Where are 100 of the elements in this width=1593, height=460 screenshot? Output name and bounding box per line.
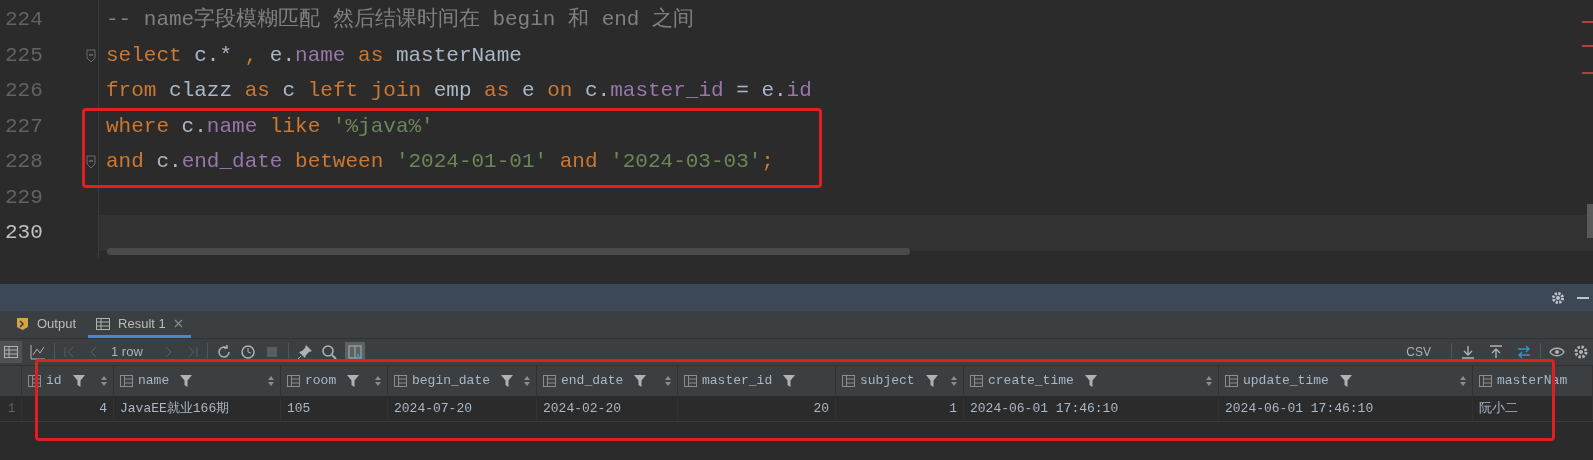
filter-icon[interactable] [180, 375, 193, 387]
fold-marker-icon[interactable] [86, 155, 96, 169]
tab[interactable]: Output [8, 312, 85, 338]
line-number: 230 [4, 220, 43, 246]
column-header[interactable]: update_time [1219, 366, 1473, 396]
table-cell: 2024-06-01 17:46:10 [964, 396, 1219, 421]
line-number: 229 [4, 184, 43, 211]
fold-marker-icon[interactable] [86, 48, 96, 63]
code-text: c [281, 78, 297, 104]
table-icon [4, 346, 18, 358]
upload-icon[interactable] [1488, 344, 1504, 360]
sort-icon[interactable] [1460, 376, 1466, 386]
sort-icon[interactable] [951, 376, 957, 386]
line-number: 226 [4, 78, 43, 104]
string-literal: '2024-01-01' [394, 149, 548, 175]
column-header[interactable]: name [114, 366, 281, 396]
column-icon [543, 375, 556, 387]
field-name: id [786, 78, 812, 104]
code-text: c. [155, 149, 182, 175]
filter-icon[interactable] [1339, 375, 1352, 387]
line-number: 228 [4, 149, 43, 175]
table-cell: 4 [22, 396, 114, 421]
filter-icon[interactable] [72, 375, 85, 387]
sql-keyword: as [244, 78, 270, 104]
row-number: 1 [0, 396, 22, 421]
layout-toggle-button[interactable] [344, 342, 365, 362]
compare-icon[interactable] [1516, 344, 1532, 360]
code-text: emp [432, 78, 473, 104]
sql-keyword: , [244, 42, 258, 69]
horizontal-scrollbar[interactable] [107, 248, 910, 255]
sql-keyword: as [357, 42, 384, 69]
code-text: c.* [193, 42, 234, 69]
code-text: e. [268, 42, 296, 69]
column-header[interactable]: create_time [964, 366, 1219, 396]
column-header[interactable]: room [281, 366, 388, 396]
column-icon [970, 375, 983, 387]
sort-icon[interactable] [268, 376, 274, 386]
code-text: c. [583, 78, 611, 104]
code-text: masterName [394, 42, 522, 69]
table-cell: 1 [836, 396, 964, 421]
column-icon [684, 375, 697, 387]
vertical-scrollbar[interactable] [1587, 204, 1593, 238]
filter-icon[interactable] [634, 375, 647, 387]
column-header[interactable]: id [22, 366, 114, 396]
close-icon[interactable] [173, 319, 183, 328]
chart-icon[interactable] [30, 344, 46, 360]
column-header[interactable]: begin_date [388, 366, 537, 396]
grid-view-button[interactable] [0, 341, 22, 363]
field-name: name [206, 113, 258, 140]
column-icon [842, 375, 855, 387]
sql-keyword: from [106, 78, 157, 104]
column-icon [28, 375, 41, 387]
table-cell: JavaEE就业166期 [114, 396, 281, 421]
sql-keyword: ; [761, 149, 774, 175]
line-number: 224 [4, 7, 43, 33]
download-icon[interactable] [1460, 344, 1476, 360]
table-icon [96, 317, 111, 330]
sort-icon[interactable] [375, 376, 381, 386]
row-count-dropdown[interactable]: 1 row [111, 342, 143, 362]
field-name: name [295, 42, 346, 69]
sort-icon[interactable] [1206, 376, 1212, 386]
column-header[interactable]: master_id [678, 366, 836, 396]
search-icon[interactable] [320, 344, 337, 360]
sort-icon[interactable] [665, 376, 671, 386]
filter-icon[interactable] [347, 375, 360, 387]
refresh-icon[interactable] [215, 344, 232, 360]
string-literal: '2024-03-03' [609, 149, 762, 175]
code-comment: -- name字段模糊匹配 然后结课时间在 begin 和 end 之间 [106, 6, 695, 33]
sort-icon[interactable] [101, 376, 107, 386]
filter-icon[interactable] [501, 375, 513, 387]
sort-icon[interactable] [524, 376, 530, 386]
filter-icon[interactable] [783, 375, 796, 387]
settings-icon[interactable] [1551, 290, 1565, 305]
minimize-icon[interactable] [1577, 296, 1589, 299]
table-cell: 2024-06-01 17:46:10 [1219, 396, 1473, 421]
code-text: c. [180, 113, 207, 140]
filter-icon[interactable] [925, 375, 938, 387]
table-cell: 阮小二 [1473, 396, 1593, 421]
code-text: clazz [168, 78, 234, 104]
line-number: 225 [4, 42, 43, 69]
table-cell: 2024-02-20 [537, 396, 678, 421]
column-icon [287, 375, 300, 387]
output-icon [16, 316, 29, 331]
column-header[interactable]: subject [836, 366, 964, 396]
column-header[interactable]: end_date [537, 366, 678, 396]
field-name: end_date [181, 149, 283, 175]
format-dropdown[interactable]: CSV [1406, 343, 1431, 361]
filter-icon[interactable] [1084, 375, 1097, 387]
sql-keyword: and [106, 149, 144, 175]
code-text: e [520, 78, 536, 104]
sql-keyword: select [106, 42, 182, 69]
code-text: = e. [735, 78, 787, 104]
history-icon[interactable] [239, 344, 256, 360]
pin-icon[interactable] [296, 344, 313, 360]
settings-icon[interactable] [1573, 344, 1589, 360]
sql-keyword: as [484, 78, 510, 104]
column-icon [120, 375, 133, 387]
sql-keyword: and [558, 149, 598, 175]
sql-keyword: between [294, 149, 384, 175]
column-icon [394, 375, 407, 387]
